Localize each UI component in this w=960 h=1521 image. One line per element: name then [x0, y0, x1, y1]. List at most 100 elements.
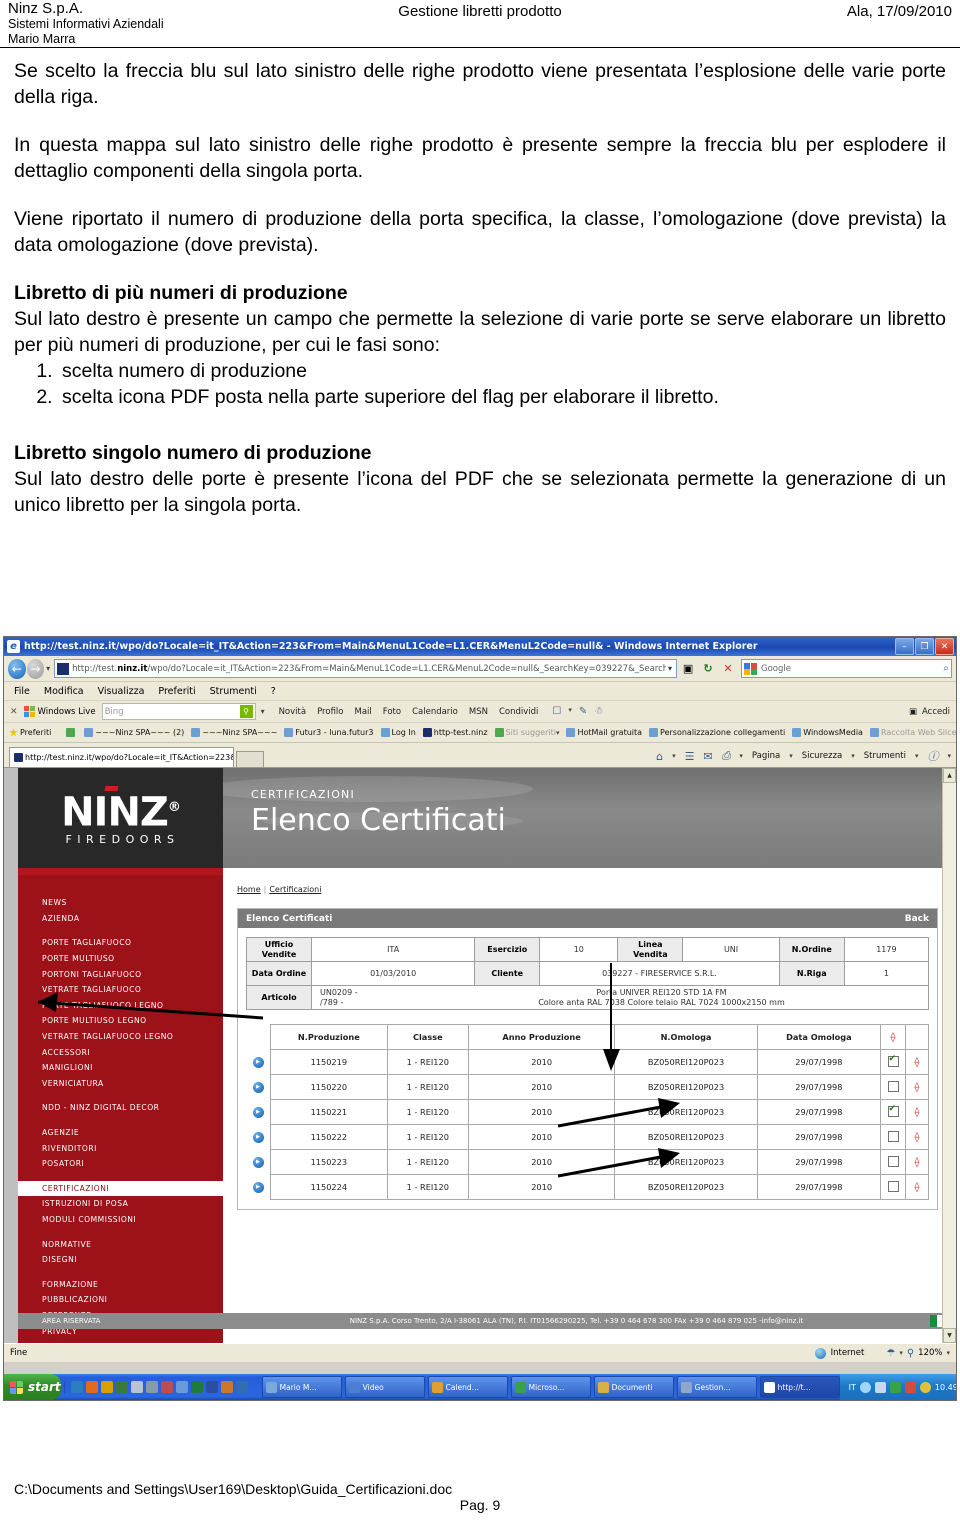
taskbar-item-active[interactable]: http://t...: [759, 1376, 840, 1398]
scroll-down-button[interactable]: ▼: [943, 1328, 956, 1343]
sidebar-item-porte-multiuso-legno[interactable]: PORTE MULTIUSO LEGNO: [18, 1013, 223, 1029]
sidebar-item-ndd[interactable]: NDD - NINZ DIGITAL DECOR: [18, 1100, 223, 1116]
row-checkbox-cell[interactable]: [880, 1124, 906, 1150]
live-link-calendario[interactable]: Calendario: [412, 707, 458, 717]
row-checkbox[interactable]: [887, 1054, 899, 1067]
sidebar-item-rivenditori[interactable]: RIVENDITORI: [18, 1140, 223, 1156]
app-icon[interactable]: [175, 1381, 188, 1393]
sidebar-item-pubblicazioni[interactable]: PUBBLICAZIONI: [18, 1292, 223, 1308]
row-checkbox-cell[interactable]: [880, 1074, 906, 1100]
menu-item-file[interactable]: File: [14, 686, 30, 697]
ninz-logo[interactable]: NINZ® FIREDOORS: [18, 768, 223, 868]
sidebar-item-istruzioni-di-posa[interactable]: ISTRUZIONI DI POSA: [18, 1196, 223, 1212]
ie-icon[interactable]: [70, 1381, 83, 1393]
chevron-down-icon[interactable]: ▾: [556, 729, 560, 737]
expand-cell[interactable]: [246, 1100, 271, 1125]
chevron-down-icon[interactable]: ▾: [568, 706, 572, 717]
bing-dropdown-icon[interactable]: ▾: [261, 707, 265, 716]
security-zone[interactable]: Internet: [814, 1347, 864, 1359]
breadcrumb-certificazioni[interactable]: Certificazioni: [269, 885, 321, 894]
menu-sicurezza[interactable]: Sicurezza: [802, 751, 843, 761]
row-checkbox[interactable]: [887, 1080, 899, 1092]
sidebar-item-normative[interactable]: NORMATIVE: [18, 1236, 223, 1252]
language-indicator[interactable]: IT: [849, 1383, 856, 1392]
live-link-condividi[interactable]: Condividi: [499, 707, 538, 717]
media-icon[interactable]: [145, 1381, 158, 1393]
favorite-link[interactable]: Futur3 - luna.futur3: [284, 728, 374, 737]
favorite-link[interactable]: HotMail gratuita: [566, 728, 642, 737]
row-checkbox[interactable]: [887, 1130, 899, 1142]
live-link-msn[interactable]: MSN: [469, 707, 488, 717]
excel-icon[interactable]: [190, 1381, 203, 1393]
favorite-link[interactable]: Raccolta Web Slice▾: [869, 728, 956, 737]
expand-arrow-icon[interactable]: [252, 1056, 264, 1068]
live-link-novita[interactable]: Novità: [279, 707, 307, 717]
expand-cell[interactable]: [246, 1125, 271, 1150]
expand-cell[interactable]: [246, 1175, 271, 1200]
sidebar-item-porte-multiuso[interactable]: PORTE MULTIUSO: [18, 951, 223, 967]
row-pdf-cell[interactable]: ⟠: [905, 1049, 929, 1075]
address-input[interactable]: http://test.ninz.it/wpo/do?Locale=it_IT&…: [54, 659, 678, 678]
browser-tab[interactable]: http://test.ninz.it/wpo/do?Locale=it_IT&…: [9, 747, 234, 767]
favorites-button[interactable]: Preferiti: [9, 728, 51, 737]
chevron-down-icon[interactable]: ▾: [739, 752, 743, 760]
sidebar-item-maniglioni[interactable]: MANIGLIONI: [18, 1060, 223, 1076]
sidebar-item-posatori[interactable]: POSATORI: [18, 1156, 223, 1172]
favorite-link[interactable]: http-test.ninz: [422, 728, 488, 737]
pdf-icon[interactable]: ⟠: [915, 1157, 920, 1168]
sidebar-item-disegni[interactable]: DISEGNI: [18, 1252, 223, 1268]
opera-icon[interactable]: [100, 1381, 113, 1393]
search-icon[interactable]: ⌕: [943, 663, 949, 674]
sidebar-item-verniciatura[interactable]: VERNICIATURA: [18, 1076, 223, 1092]
mail-icon[interactable]: ✉: [703, 750, 712, 763]
expand-cell[interactable]: [246, 1050, 271, 1075]
sidebar-item-accessori[interactable]: ACCESSORI: [18, 1044, 223, 1060]
pdf-icon[interactable]: ⟠: [915, 1182, 920, 1193]
highlighter-icon[interactable]: ✎: [579, 706, 587, 717]
pdf-icon[interactable]: ⟠: [915, 1082, 920, 1093]
live-link-profilo[interactable]: Profilo: [317, 707, 343, 717]
expand-cell[interactable]: [246, 1150, 271, 1175]
col-select-all-pdf[interactable]: ⟠: [880, 1024, 906, 1050]
close-button[interactable]: ✕: [935, 638, 954, 655]
help-icon[interactable]: ⓘ: [927, 748, 938, 764]
history-dropdown-icon[interactable]: ▾: [46, 664, 50, 673]
row-checkbox-cell[interactable]: [880, 1174, 906, 1200]
translate-icon[interactable]: ☃: [594, 706, 603, 717]
sidebar-item-agenzie[interactable]: AGENZIE: [18, 1125, 223, 1141]
row-pdf-cell[interactable]: ⟠: [905, 1174, 929, 1200]
scroll-up-button[interactable]: ▲: [943, 768, 956, 783]
chevron-down-icon[interactable]: ▾: [851, 752, 855, 760]
live-link-foto[interactable]: Foto: [383, 707, 401, 717]
menu-item-modifica[interactable]: Modifica: [44, 686, 84, 697]
row-checkbox-cell[interactable]: [880, 1099, 906, 1125]
back-link[interactable]: Back: [905, 914, 929, 924]
chevron-down-icon[interactable]: ▾: [946, 1349, 950, 1357]
app-icon[interactable]: [235, 1381, 248, 1393]
desktop-icon[interactable]: [130, 1381, 143, 1393]
search-input[interactable]: Google ⌕: [741, 659, 953, 678]
row-pdf-cell[interactable]: ⟠: [905, 1099, 929, 1125]
chevron-down-icon[interactable]: ▾: [899, 1349, 903, 1357]
print-icon[interactable]: ⎙: [722, 749, 731, 763]
zoom-control[interactable]: ☂ ▾ ⚲ 120% ▾: [886, 1348, 950, 1359]
refresh-icon[interactable]: ↻: [699, 660, 717, 678]
expand-arrow-icon[interactable]: [252, 1106, 264, 1118]
taskbar-item[interactable]: Documenti: [593, 1376, 674, 1398]
tray-icon[interactable]: [859, 1381, 871, 1393]
expand-arrow-icon[interactable]: [252, 1181, 264, 1193]
app-icon[interactable]: [220, 1381, 233, 1393]
compatibility-view-icon[interactable]: ▣: [679, 660, 697, 678]
pdf-icon[interactable]: ⟠: [891, 1032, 896, 1043]
menu-strumenti[interactable]: Strumenti: [864, 751, 906, 761]
sidebar-item-porte-tagliafuoco[interactable]: PORTE TAGLIAFUOCO: [18, 935, 223, 951]
expand-arrow-icon[interactable]: [252, 1131, 264, 1143]
expand-arrow-icon[interactable]: [252, 1156, 264, 1168]
tray-icon[interactable]: [919, 1381, 931, 1393]
taskbar-item[interactable]: Microso...: [510, 1376, 591, 1398]
menu-item-visualizza[interactable]: Visualizza: [98, 686, 145, 697]
taskbar-item[interactable]: Gestion...: [676, 1376, 757, 1398]
sidebar-item-moduli-commissioni[interactable]: MODULI COMMISSIONI: [18, 1212, 223, 1228]
word-icon[interactable]: [205, 1381, 218, 1393]
firefox-icon[interactable]: [85, 1381, 98, 1393]
